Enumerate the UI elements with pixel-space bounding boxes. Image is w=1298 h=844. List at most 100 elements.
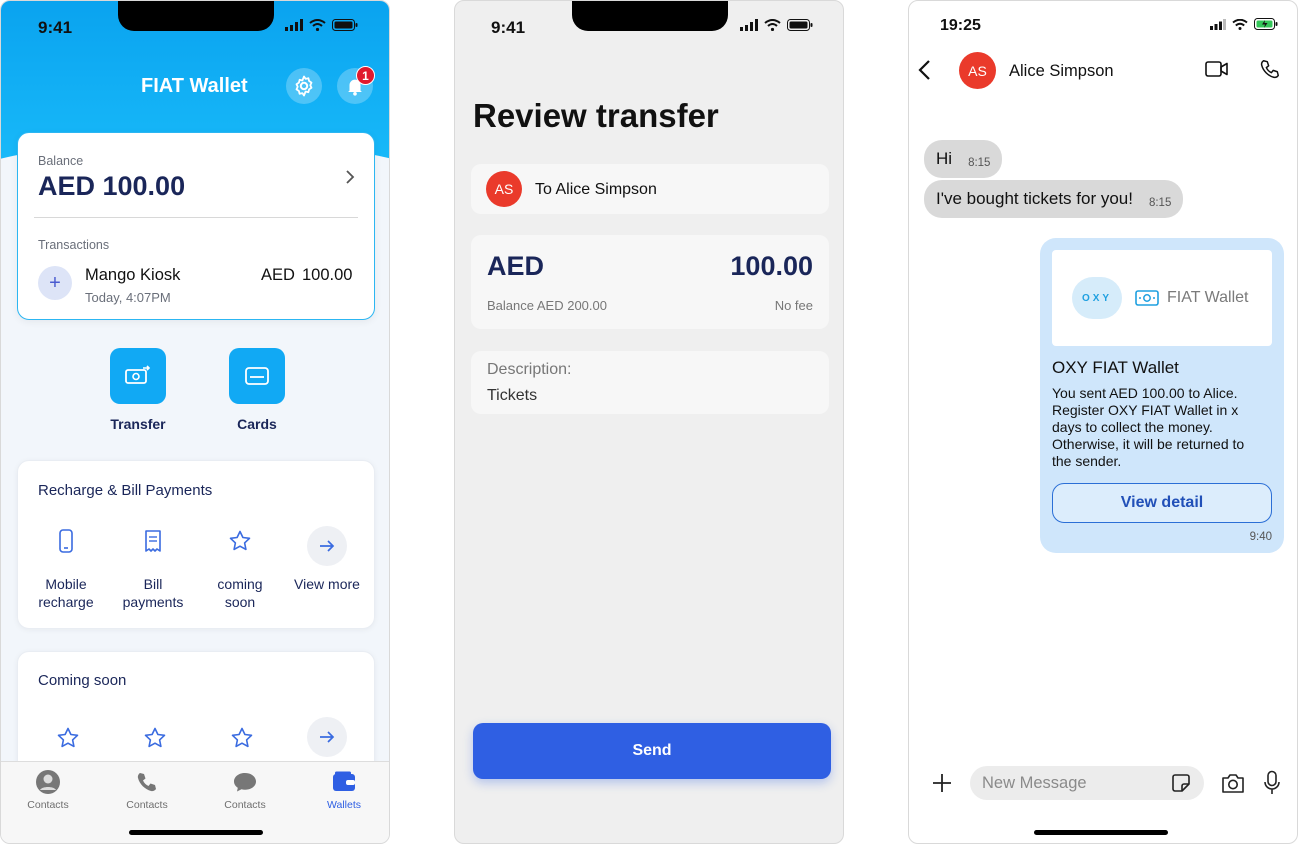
- wallet-icon: [333, 771, 355, 791]
- contact-name[interactable]: Alice Simpson: [1009, 62, 1114, 81]
- mobile-label-2: recharge: [38, 594, 94, 610]
- status-time: 19:25: [940, 17, 981, 34]
- star-icon: [229, 530, 251, 551]
- home-indicator: [1034, 830, 1168, 835]
- view-more-button[interactable]: [307, 526, 347, 566]
- sticker-icon[interactable]: [1171, 773, 1191, 793]
- wifi-icon: [1232, 18, 1248, 30]
- tab-label: Wallets: [326, 799, 362, 811]
- chat-screen: 19:25 AS Alice Simpson Hi 8:15 I've boug…: [908, 0, 1298, 844]
- transfer-label: Transfer: [110, 416, 166, 432]
- plus-icon[interactable]: [931, 772, 953, 794]
- avatar: AS: [486, 171, 522, 207]
- review-transfer-screen: 9:41 Review transfer AS To Alice Simpson…: [454, 0, 844, 844]
- bill-payments-item[interactable]: Bill payments: [113, 529, 193, 611]
- arrow-right-icon: [320, 540, 335, 552]
- bill-label-1: Bill: [143, 576, 163, 592]
- receipt-icon: [145, 530, 161, 552]
- status-icons: [740, 19, 813, 31]
- status-icons: [1210, 18, 1278, 30]
- brand-text: FIAT Wallet: [1167, 289, 1249, 306]
- card-line: You sent AED 100.00 to Alice.: [1052, 385, 1238, 401]
- avatar[interactable]: AS: [959, 52, 996, 89]
- card-line: Register OXY FIAT Wallet in x: [1052, 402, 1239, 418]
- soon-label-1: coming: [217, 576, 263, 592]
- message-input[interactable]: New Message: [970, 766, 1204, 800]
- send-button[interactable]: Send: [473, 723, 831, 779]
- status-time: 9:41: [38, 18, 73, 37]
- balance-divider: [34, 217, 358, 218]
- tab-contacts-3[interactable]: Contacts: [210, 770, 280, 811]
- recipient-row: AS To Alice Simpson: [471, 164, 829, 214]
- balance-label: Balance: [38, 154, 84, 168]
- user-circle-icon: [36, 770, 60, 794]
- mobile-phone-icon: [59, 529, 73, 553]
- camera-icon[interactable]: [1220, 771, 1246, 795]
- message-time: 8:15: [968, 157, 991, 169]
- message-time: 8:15: [1148, 197, 1172, 209]
- tab-contacts-2[interactable]: Contacts: [112, 770, 182, 811]
- amount-box: AED 100.00 Balance AED 200.00 No fee: [471, 235, 829, 329]
- battery-icon: [332, 19, 358, 31]
- coming-soon-title: Coming soon: [38, 672, 127, 689]
- tab-label: Contacts: [126, 799, 168, 811]
- tx-merchant: Mango Kiosk: [85, 266, 181, 284]
- tab-contacts-1[interactable]: Contacts: [13, 770, 83, 811]
- transfer-button[interactable]: [110, 348, 166, 404]
- notification-badge: 1: [356, 66, 375, 85]
- phone-icon[interactable]: [1259, 58, 1281, 80]
- tab-label: Contacts: [27, 799, 69, 811]
- description-field[interactable]: Description: Tickets: [471, 351, 829, 414]
- recipient-label: To Alice Simpson: [535, 181, 657, 198]
- card-line: Otherwise, it will be returned to: [1052, 436, 1245, 452]
- tx-amount: 100.00: [302, 266, 353, 284]
- coming-soon-more-button[interactable]: [307, 717, 347, 757]
- balance-value: AED 100.00: [38, 171, 186, 201]
- back-arrow-icon[interactable]: [917, 59, 933, 81]
- view-detail-button[interactable]: View detail: [1052, 483, 1272, 523]
- tab-wallets[interactable]: Wallets: [309, 770, 379, 811]
- wifi-icon: [764, 19, 781, 31]
- bill-label-2: payments: [122, 594, 184, 610]
- mobile-recharge-item[interactable]: Mobile recharge: [26, 529, 106, 611]
- card-icon: [245, 367, 269, 385]
- amount-currency: AED: [487, 251, 545, 281]
- microphone-icon[interactable]: [1263, 770, 1281, 796]
- balance-card[interactable]: Balance AED 100.00 Transactions + Mango …: [17, 132, 375, 320]
- page-title: Review transfer: [473, 97, 719, 134]
- plus-icon: +: [38, 266, 72, 300]
- chevron-right-icon[interactable]: [344, 169, 356, 185]
- recharge-title: Recharge & Bill Payments: [38, 482, 213, 499]
- incoming-message: Hi 8:15: [924, 140, 1003, 178]
- soon-label-2: soon: [224, 594, 256, 610]
- money-transfer-icon: [125, 365, 151, 384]
- description-label: Description:: [487, 361, 572, 378]
- description-value: Tickets: [487, 387, 538, 404]
- wallet-card-preview: OXY FIAT Wallet: [1052, 250, 1272, 346]
- message-time: 9:40: [1249, 531, 1272, 543]
- view-more-label[interactable]: View more: [287, 575, 367, 593]
- home-indicator: [129, 830, 263, 835]
- card-body: You sent AED 100.00 to Alice. Register O…: [1052, 385, 1278, 470]
- device-notch: [572, 1, 728, 31]
- star-icon[interactable]: [143, 726, 167, 750]
- card-line: the sender.: [1052, 453, 1122, 469]
- oxy-logo: OXY: [1072, 277, 1122, 319]
- cards-label: Cards: [237, 416, 277, 432]
- cards-button[interactable]: [229, 348, 285, 404]
- star-icon[interactable]: [56, 726, 80, 750]
- message-text: Hi: [936, 149, 953, 168]
- message-text: I've bought tickets for you!: [936, 189, 1133, 208]
- tx-time: Today, 4:07PM: [85, 290, 171, 305]
- wifi-icon: [309, 19, 326, 31]
- transactions-label: Transactions: [38, 238, 110, 252]
- video-call-icon[interactable]: [1205, 60, 1229, 78]
- signal-icon: [740, 19, 758, 31]
- coming-soon-item[interactable]: coming soon: [200, 529, 280, 611]
- tx-currency: AED: [261, 266, 295, 284]
- settings-button[interactable]: [286, 68, 322, 104]
- chat-bubble-icon: [234, 773, 256, 792]
- star-icon[interactable]: [230, 726, 254, 750]
- tab-label: Contacts: [224, 799, 266, 811]
- status-icons: [285, 19, 358, 31]
